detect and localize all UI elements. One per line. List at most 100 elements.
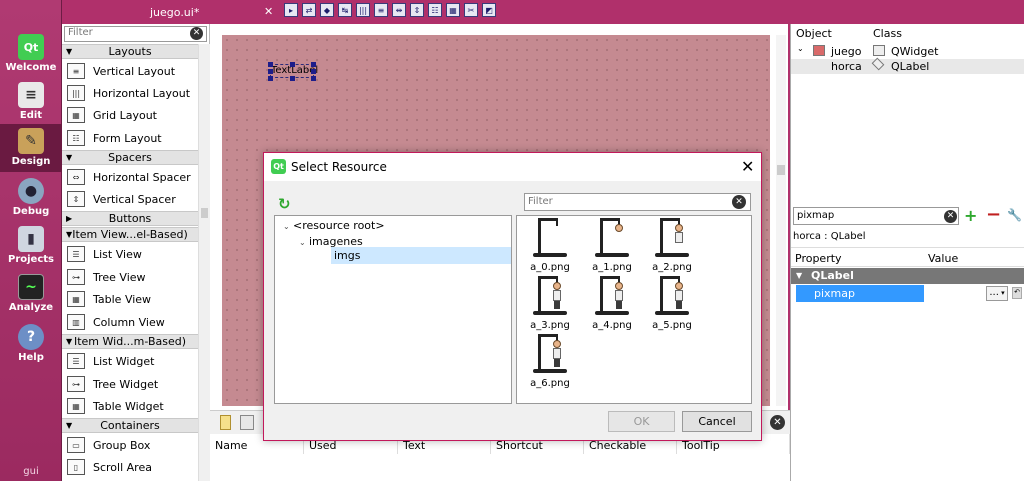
mode-projects[interactable]: ▮ Projects (0, 222, 62, 270)
mode-bar: Qt Welcome ≡ Edit ✎ Design ● Debug ▮ Pro… (0, 0, 62, 481)
property-value[interactable]: ... ▾ ↶ (926, 285, 1024, 302)
widget-horizontal-layout[interactable]: ||| Horizontal Layout (62, 82, 198, 104)
property-group-qlabel[interactable]: ▼ QLabel (791, 268, 1024, 284)
chevron-down-icon: ▾ (998, 289, 1005, 297)
edit-tab-order-icon[interactable]: ↹ (338, 3, 352, 17)
close-icon[interactable]: ✕ (770, 415, 785, 430)
splitter-vertical-icon[interactable]: ⇕ (410, 3, 424, 17)
mode-debug[interactable]: ● Debug (0, 174, 62, 222)
document-title[interactable]: juego.ui* (150, 6, 199, 19)
resource-item[interactable]: a_5.png (645, 276, 699, 334)
edit-buddies-icon[interactable]: ◆ (320, 3, 334, 17)
resource-item[interactable]: a_1.png (585, 218, 639, 276)
widget-filter-input[interactable]: Filter (64, 26, 207, 42)
resize-handle[interactable] (290, 76, 295, 81)
close-document-icon[interactable]: ✕ (264, 5, 273, 18)
column-header-object[interactable]: Object (796, 27, 832, 40)
object-row-juego[interactable]: ⌄ juego QWidget (791, 44, 1024, 59)
scrollbar-thumb[interactable] (777, 165, 785, 175)
mode-analyze[interactable]: ~ Analyze (0, 270, 62, 318)
widget-box-scrollbar[interactable] (198, 44, 210, 481)
edit-signals-icon[interactable]: ⇄ (302, 3, 316, 17)
widget-vertical-layout[interactable]: ≡ Vertical Layout (62, 60, 198, 82)
resource-item[interactable]: a_0.png (523, 218, 577, 276)
splitter-horizontal-icon[interactable]: ⇹ (392, 3, 406, 17)
clear-filter-icon[interactable]: ✕ (944, 210, 957, 223)
tree-node-root[interactable]: ⌄ <resource root> (283, 219, 385, 232)
browse-button[interactable]: ... ▾ (986, 286, 1008, 301)
widget-table-widget[interactable]: ▦ Table Widget (62, 395, 198, 417)
horizontal-spacer-icon: ⇔ (67, 169, 85, 185)
resize-handle[interactable] (268, 62, 273, 67)
resource-item[interactable]: a_6.png (523, 334, 577, 392)
layout-form-icon[interactable]: ☷ (428, 3, 442, 17)
layout-horizontal-icon[interactable]: ||| (356, 3, 370, 17)
property-name[interactable]: pixmap (796, 285, 924, 302)
remove-dynamic-property-icon[interactable]: − (986, 204, 1001, 225)
mode-help[interactable]: ? Help (0, 320, 62, 368)
column-header-value[interactable]: Value (928, 252, 958, 265)
project-selector[interactable]: gui (0, 466, 62, 477)
widget-table-view[interactable]: ▦ Table View (62, 288, 198, 310)
widget-tree-view[interactable]: ⊶ Tree View (62, 266, 198, 288)
category-buttons[interactable]: ▶ Buttons (62, 211, 198, 226)
resize-handle[interactable] (268, 69, 273, 74)
close-icon[interactable]: ✕ (741, 157, 754, 176)
vertical-layout-icon: ≡ (67, 63, 85, 79)
clear-filter-icon[interactable]: ✕ (190, 27, 203, 40)
widget-column-view[interactable]: ▥ Column View (62, 311, 198, 333)
mode-design[interactable]: ✎ Design (0, 124, 62, 172)
add-dynamic-property-icon[interactable]: + (964, 206, 977, 225)
category-item-views[interactable]: ▼ Item View...el-Based) (62, 227, 198, 242)
resize-handle[interactable] (311, 76, 316, 81)
category-spacers[interactable]: ▼ Spacers (62, 150, 198, 165)
resize-handle[interactable] (290, 62, 295, 67)
resource-item[interactable]: a_4.png (585, 276, 639, 334)
layout-vertical-icon[interactable]: ≡ (374, 3, 388, 17)
cancel-button[interactable]: Cancel (682, 411, 752, 432)
reload-icon[interactable]: ↻ (278, 195, 291, 213)
widget-box: Filter ✕ ▼ Layouts ≡ Vertical Layout ||| Ho… (62, 24, 210, 481)
column-header-property[interactable]: Property (795, 252, 842, 265)
resource-filter-input[interactable]: Filter (524, 193, 751, 211)
object-row-horca[interactable]: horca QLabel (791, 57, 1024, 74)
configure-icon[interactable]: 🔧 (1007, 208, 1022, 222)
mode-edit[interactable]: ≡ Edit (0, 78, 62, 126)
copy-action-icon[interactable] (240, 415, 254, 430)
hangman-thumbnail-icon (655, 276, 689, 315)
break-layout-icon[interactable]: ✂ (464, 3, 478, 17)
widget-horizontal-spacer[interactable]: ⇔ Horizontal Spacer (62, 166, 198, 188)
adjust-size-icon[interactable]: ◩ (482, 3, 496, 17)
resize-handle[interactable] (268, 76, 273, 81)
form-scrollbar[interactable] (776, 35, 786, 406)
category-item-widgets[interactable]: ▼ Item Wid...m-Based) (62, 334, 198, 349)
widget-vertical-spacer[interactable]: ⇕ Vertical Spacer (62, 188, 198, 210)
property-filter-input[interactable]: pixmap (793, 207, 959, 225)
widget-list-widget[interactable]: ☰ List Widget (62, 350, 198, 372)
resource-tree: ⌄ <resource root> ⌄ imagenes imgs (274, 215, 512, 404)
category-containers[interactable]: ▼ Containers (62, 418, 198, 433)
edit-widgets-icon[interactable]: ▸ (284, 3, 298, 17)
widget-tree-widget[interactable]: ⊶ Tree Widget (62, 373, 198, 395)
resize-handle[interactable] (311, 69, 316, 74)
widget-grid-layout[interactable]: ▦ Grid Layout (62, 104, 198, 126)
new-action-icon[interactable] (220, 415, 231, 430)
widget-list-view[interactable]: ☰ List View (62, 243, 198, 265)
layout-grid-icon[interactable]: ▦ (446, 3, 460, 17)
widget-form-layout[interactable]: ☷ Form Layout (62, 127, 198, 149)
resource-item[interactable]: a_2.png (645, 218, 699, 276)
form-toolbar: ▸ ⇄ ◆ ↹ ||| ≡ ⇹ ⇕ ☷ ▦ ✂ ◩ (284, 3, 496, 21)
reset-property-icon[interactable]: ↶ (1012, 287, 1022, 299)
scrollbar-thumb[interactable] (201, 208, 208, 218)
clear-filter-icon[interactable]: ✕ (732, 195, 746, 209)
resize-handle[interactable] (311, 62, 316, 67)
tree-node-imgs[interactable]: imgs (331, 247, 511, 264)
column-header-class[interactable]: Class (873, 27, 902, 40)
mode-welcome[interactable]: Qt Welcome (0, 30, 62, 78)
category-layouts[interactable]: ▼ Layouts (62, 44, 198, 59)
ok-button[interactable]: OK (608, 411, 675, 432)
resource-item[interactable]: a_3.png (523, 276, 577, 334)
property-row-pixmap[interactable]: pixmap ... ▾ ↶ (791, 285, 1024, 302)
widget-scroll-area[interactable]: ▯ Scroll Area (62, 456, 198, 478)
widget-group-box[interactable]: ▭ Group Box (62, 434, 198, 456)
